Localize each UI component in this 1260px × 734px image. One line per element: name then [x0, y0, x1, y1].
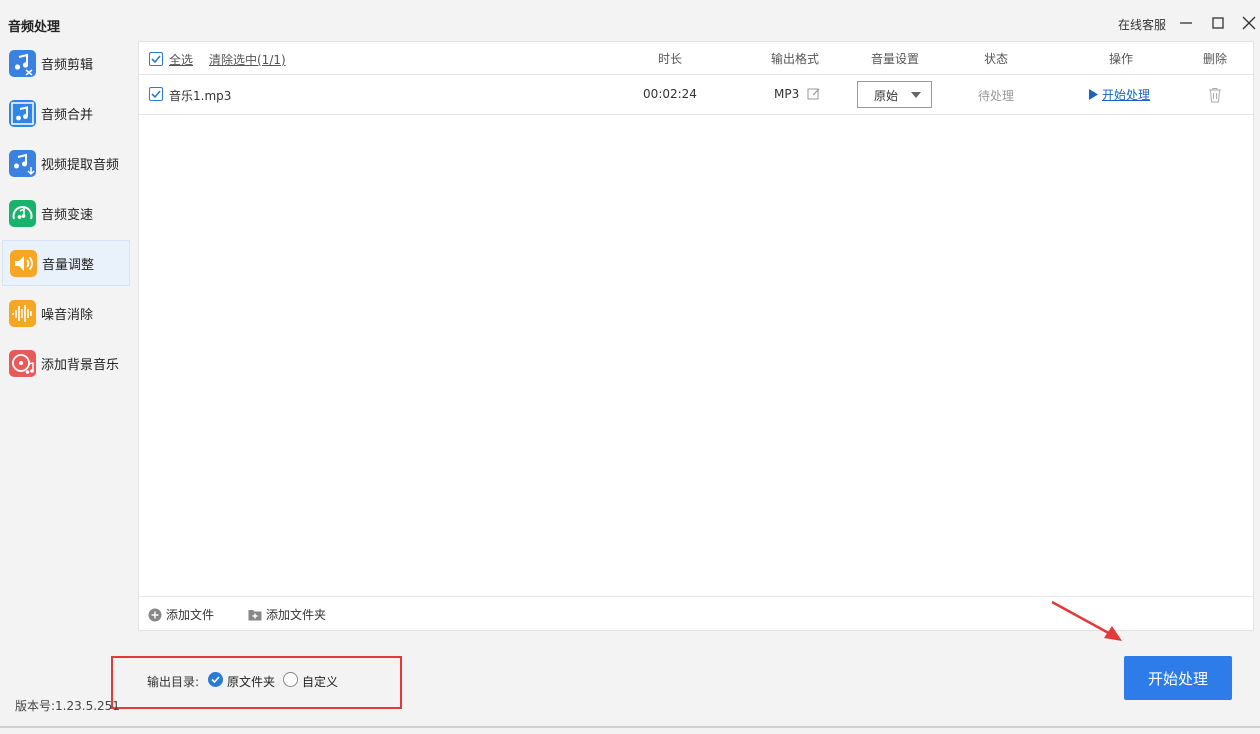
output-directory-highlight: 输出目录: 原文件夹 自定义: [111, 656, 402, 709]
sidebar-item-label: 噪音消除: [41, 307, 94, 323]
table-header: 全选 清除选中(1/1) 时长 输出格式 音量设置 状态 操作 删除: [139, 42, 1253, 75]
checkmark-icon: [151, 55, 161, 64]
add-file-button[interactable]: 添加文件: [148, 606, 214, 623]
output-directory-label: 输出目录:: [147, 675, 200, 689]
app-title: 音频处理: [8, 20, 61, 35]
header-action: 操作: [1108, 52, 1134, 66]
clear-selection-link[interactable]: 清除选中(1/1): [209, 51, 286, 68]
music-merge-icon: [9, 99, 36, 127]
online-service-link[interactable]: 在线客服: [1118, 16, 1166, 33]
file-format: MP3: [774, 87, 800, 101]
sidebar-item-add-background-music[interactable]: 添加背景音乐: [2, 340, 130, 386]
speaker-icon: [10, 249, 37, 277]
sidebar-item-label: 音频剪辑: [41, 57, 94, 73]
check-icon: [211, 676, 220, 684]
start-process-link[interactable]: 开始处理: [1102, 86, 1150, 103]
sidebar-item-label: 音频合并: [41, 107, 94, 123]
sidebar: 音频剪辑 音频合并 视频提取音频 音频变速 音量调整 噪音消除 添加背景音乐: [0, 40, 132, 460]
close-icon: [1242, 16, 1256, 30]
version-text: 版本号:1.23.5.251: [15, 699, 120, 713]
file-name: 音乐1.mp3: [169, 89, 232, 103]
select-all-link[interactable]: 全选: [169, 51, 193, 68]
disc-music-icon: [9, 349, 36, 377]
checkmark-icon: [151, 90, 161, 99]
sidebar-item-label: 音量调整: [42, 257, 95, 273]
radio-custom[interactable]: [283, 672, 298, 687]
waveform-icon: [9, 299, 36, 327]
header-volume: 音量设置: [870, 52, 920, 66]
title-bar: 音频处理 在线客服: [0, 8, 1260, 40]
minimize-icon: [1180, 22, 1192, 24]
sidebar-item-noise-removal[interactable]: 噪音消除: [2, 290, 130, 336]
music-download-icon: [9, 149, 36, 177]
caret-down-icon: [911, 92, 921, 98]
trash-icon[interactable]: [1207, 87, 1223, 103]
add-file-label: 添加文件: [166, 608, 215, 622]
speed-gauge-icon: [9, 199, 36, 227]
sidebar-item-audio-speed[interactable]: 音频变速: [2, 190, 130, 236]
volume-select-value: 原始: [874, 89, 899, 103]
row-checkbox[interactable]: [149, 87, 163, 101]
edit-icon[interactable]: [807, 87, 821, 101]
header-delete: 删除: [1202, 52, 1228, 66]
sidebar-item-label: 音频变速: [41, 207, 94, 223]
radio-original-folder[interactable]: [208, 672, 223, 687]
play-icon: [1089, 89, 1098, 100]
select-all-checkbox[interactable]: [149, 52, 163, 66]
header-duration: 时长: [657, 52, 683, 66]
sidebar-item-label: 视频提取音频: [41, 157, 120, 173]
sidebar-item-video-extract-audio[interactable]: 视频提取音频: [2, 140, 130, 186]
file-duration: 00:02:24: [643, 87, 697, 101]
volume-select[interactable]: 原始: [857, 81, 932, 108]
add-folder-label: 添加文件夹: [266, 608, 327, 622]
sidebar-item-audio-cut[interactable]: 音频剪辑: [2, 40, 130, 86]
sidebar-item-audio-merge[interactable]: 音频合并: [2, 90, 130, 136]
app-window: 音频处理 在线客服 音频剪辑 音频合并 视频提取音频 音频变速 音量调整 噪音消…: [0, 0, 1260, 728]
maximize-button[interactable]: [1207, 12, 1229, 34]
close-button[interactable]: [1238, 12, 1260, 34]
header-output-format: 输出格式: [770, 52, 820, 66]
status-text: 待处理: [977, 89, 1015, 103]
minimize-button[interactable]: [1175, 12, 1197, 34]
plus-circle-icon: [148, 608, 162, 621]
folder-plus-icon: [248, 609, 262, 620]
radio-original-folder-label: 原文件夹: [227, 675, 276, 689]
sidebar-item-label: 添加背景音乐: [41, 357, 120, 373]
table-row: 音乐1.mp3 00:02:24 MP3 原始 待处理 开始处理: [139, 75, 1253, 115]
start-process-button[interactable]: 开始处理: [1124, 656, 1232, 700]
music-scissors-icon: [9, 49, 36, 77]
file-list-panel: 全选 清除选中(1/1) 时长 输出格式 音量设置 状态 操作 删除 音乐1.m…: [138, 41, 1254, 631]
maximize-icon: [1212, 17, 1224, 29]
red-arrow-icon: [1051, 600, 1122, 641]
radio-custom-label: 自定义: [302, 675, 339, 689]
header-status: 状态: [983, 52, 1009, 66]
sidebar-item-volume-adjust[interactable]: 音量调整: [2, 240, 130, 286]
add-folder-button[interactable]: 添加文件夹: [248, 606, 326, 623]
